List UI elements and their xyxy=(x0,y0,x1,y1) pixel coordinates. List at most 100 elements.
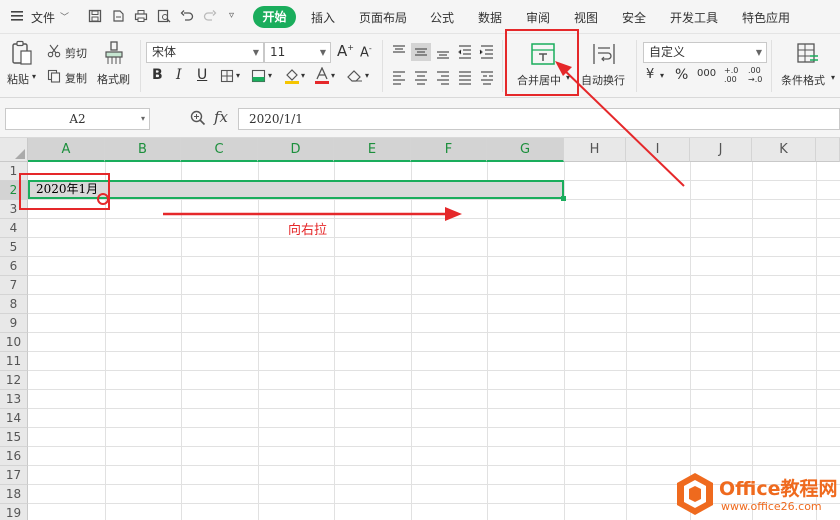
number-format-select[interactable]: 自定义 ▼ xyxy=(643,42,767,63)
chevron-down-icon: ▼ xyxy=(755,48,762,57)
column-header-c[interactable]: C xyxy=(181,138,258,162)
save-icon[interactable] xyxy=(88,9,102,23)
wrap-text-button[interactable]: 自动换行 xyxy=(581,72,625,88)
row-header-8[interactable]: 8 xyxy=(0,295,28,314)
cut-button[interactable]: 剪切 xyxy=(65,45,87,61)
print-icon[interactable] xyxy=(134,9,148,23)
spreadsheet-grid[interactable]: A B C D E F G H I J K 1 2 3 4 5 6 7 8 9 … xyxy=(0,138,840,520)
cell-fill-dropdown-icon[interactable]: ▾ xyxy=(268,71,272,80)
increase-font-size-icon[interactable]: A+ xyxy=(337,42,354,60)
formula-input[interactable]: 2020/1/1 xyxy=(238,108,840,130)
tab-formulas[interactable]: 公式 xyxy=(430,9,454,26)
hamburger-menu-icon[interactable] xyxy=(10,9,24,23)
font-name-select[interactable]: 宋体 ▼ xyxy=(146,42,264,63)
row-header-18[interactable]: 18 xyxy=(0,485,28,504)
quick-access-dropdown-icon[interactable]: ▿ xyxy=(229,10,234,21)
gridline xyxy=(334,162,335,520)
eraser-icon[interactable] xyxy=(347,69,363,83)
paste-dropdown-icon[interactable]: ▾ xyxy=(32,72,36,81)
row-header-19[interactable]: 19 xyxy=(0,504,28,520)
vertical-align-icons[interactable] xyxy=(389,42,497,62)
row-header-14[interactable]: 14 xyxy=(0,409,28,428)
fx-icon[interactable]: fx xyxy=(214,108,228,126)
format-painter-button[interactable]: 格式刷 xyxy=(97,71,130,87)
fill-color-dropdown-icon[interactable]: ▾ xyxy=(301,71,305,80)
paste-button[interactable]: 粘贴 xyxy=(7,71,29,87)
row-header-6[interactable]: 6 xyxy=(0,257,28,276)
tab-developer[interactable]: 开发工具 xyxy=(670,9,718,26)
row-header-11[interactable]: 11 xyxy=(0,352,28,371)
borders-icon[interactable] xyxy=(220,69,234,83)
fill-color-icon[interactable] xyxy=(284,67,300,85)
conditional-format-button[interactable]: 条件格式 xyxy=(781,72,825,88)
row-header-4[interactable]: 4 xyxy=(0,219,28,238)
clear-dropdown-icon[interactable]: ▾ xyxy=(365,71,369,80)
row-header-15[interactable]: 15 xyxy=(0,428,28,447)
conditional-format-dropdown-icon[interactable]: ▾ xyxy=(831,73,835,82)
column-header-j[interactable]: J xyxy=(690,138,752,162)
format-painter-icon[interactable] xyxy=(103,40,125,66)
file-dropdown-icon[interactable]: ﹀ xyxy=(60,10,69,23)
column-header-e[interactable]: E xyxy=(334,138,411,162)
gridline xyxy=(411,162,412,520)
column-header-extra[interactable] xyxy=(816,138,840,162)
tab-view[interactable]: 视图 xyxy=(574,9,598,26)
zoom-search-icon[interactable] xyxy=(190,110,206,126)
ribbon-toolbar: 粘贴 ▾ 剪切 复制 格式刷 宋体 ▼ 11 ▼ A+ A- B I U ▾ ▾… xyxy=(0,34,840,98)
row-header-10[interactable]: 10 xyxy=(0,333,28,352)
row-header-12[interactable]: 12 xyxy=(0,371,28,390)
file-menu[interactable]: 文件 xyxy=(31,9,55,26)
tab-security[interactable]: 安全 xyxy=(622,9,646,26)
column-header-k[interactable]: K xyxy=(752,138,816,162)
font-size-select[interactable]: 11 ▼ xyxy=(264,42,331,63)
row-header-17[interactable]: 17 xyxy=(0,466,28,485)
scissors-icon[interactable] xyxy=(47,44,61,58)
italic-button[interactable]: I xyxy=(176,67,182,83)
row-header-16[interactable]: 16 xyxy=(0,447,28,466)
fill-handle[interactable] xyxy=(561,196,566,201)
copy-button[interactable]: 复制 xyxy=(65,70,87,86)
font-color-icon[interactable] xyxy=(315,67,329,85)
column-header-b[interactable]: B xyxy=(105,138,181,162)
row-header-13[interactable]: 13 xyxy=(0,390,28,409)
decrease-font-size-icon[interactable]: A- xyxy=(360,44,372,60)
export-icon[interactable] xyxy=(111,9,125,23)
tab-insert[interactable]: 插入 xyxy=(311,9,335,26)
font-color-dropdown-icon[interactable]: ▾ xyxy=(331,71,335,80)
ribbon-separator xyxy=(140,40,141,92)
tab-review[interactable]: 审阅 xyxy=(526,9,550,26)
horizontal-align-icons[interactable] xyxy=(389,70,497,86)
row-header-9[interactable]: 9 xyxy=(0,314,28,333)
column-header-d[interactable]: D xyxy=(258,138,334,162)
column-header-i[interactable]: I xyxy=(626,138,690,162)
column-header-f[interactable]: F xyxy=(411,138,487,162)
conditional-format-icon[interactable] xyxy=(796,42,820,66)
percent-button[interactable]: % xyxy=(675,67,688,83)
row-header-5[interactable]: 5 xyxy=(0,238,28,257)
print-preview-icon[interactable] xyxy=(157,9,171,23)
tab-data[interactable]: 数据 xyxy=(478,9,502,26)
column-header-g[interactable]: G xyxy=(487,138,564,162)
currency-dropdown-icon[interactable]: ▾ xyxy=(660,71,664,80)
row-header-7[interactable]: 7 xyxy=(0,276,28,295)
increase-decimal-icon[interactable]: +.0.00 xyxy=(724,66,738,84)
redo-icon[interactable] xyxy=(203,9,217,23)
decrease-decimal-icon[interactable]: .00 →.0 xyxy=(748,66,762,84)
tab-page-layout[interactable]: 页面布局 xyxy=(359,9,407,26)
name-box[interactable]: A2 ▾ xyxy=(5,108,150,130)
tab-home[interactable]: 开始 xyxy=(253,6,296,28)
underline-button[interactable]: U xyxy=(197,67,207,83)
undo-icon[interactable] xyxy=(180,9,194,23)
copy-icon[interactable] xyxy=(47,69,61,83)
thousands-separator-button[interactable]: 000 xyxy=(697,68,716,79)
bold-button[interactable]: B xyxy=(152,67,163,83)
tab-special-apps[interactable]: 特色应用 xyxy=(742,9,790,26)
paste-icon[interactable] xyxy=(10,40,34,66)
wrap-text-icon[interactable] xyxy=(591,42,617,66)
column-header-a[interactable]: A xyxy=(28,138,105,162)
borders-dropdown-icon[interactable]: ▾ xyxy=(236,71,240,80)
cell-fill-icon[interactable] xyxy=(251,69,267,83)
currency-icon[interactable]: ¥ xyxy=(646,67,654,82)
select-all-corner[interactable] xyxy=(0,138,28,162)
column-header-h[interactable]: H xyxy=(564,138,626,162)
